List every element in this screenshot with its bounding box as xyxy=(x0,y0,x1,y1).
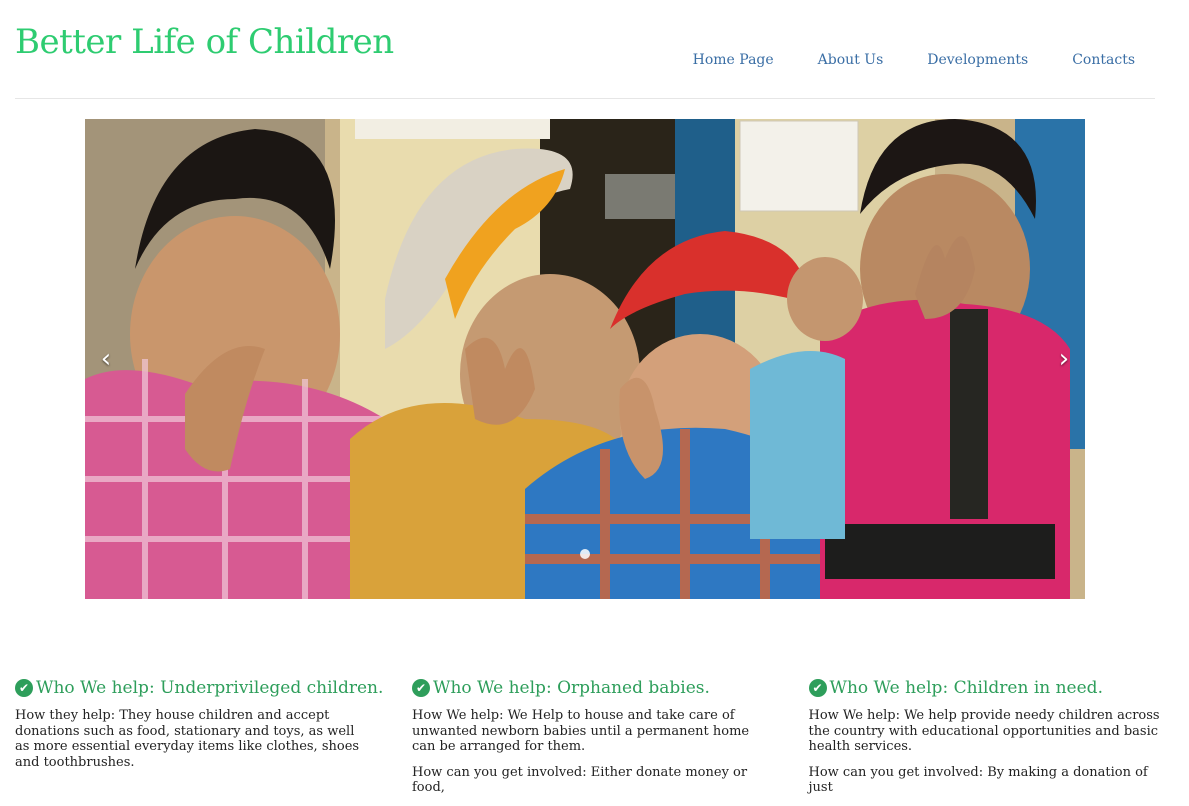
nav-about-us[interactable]: About Us xyxy=(818,52,884,68)
carousel-prev-button[interactable]: ‹ xyxy=(91,341,121,377)
section-title-text: Who We help: Children in need. xyxy=(829,678,1103,698)
section-title: ✔ Who We help: Orphaned babies. xyxy=(412,678,769,698)
section-involvement: How can you get involved: By making a do… xyxy=(808,764,1148,796)
help-section-orphaned: ✔ Who We help: Orphaned babies. How We h… xyxy=(412,678,769,806)
carousel-photo xyxy=(85,119,1085,599)
section-body: How We help: We help provide needy child… xyxy=(808,708,1160,754)
nav-contacts[interactable]: Contacts xyxy=(1072,52,1135,68)
header-divider xyxy=(15,98,1155,99)
carousel-next-button[interactable]: › xyxy=(1049,341,1079,377)
check-circle-icon: ✔ xyxy=(15,679,33,697)
check-circle-icon: ✔ xyxy=(808,679,827,697)
section-title-text: Who We help: Orphaned babies. xyxy=(433,678,710,698)
section-body: How We help: We Help to house and take c… xyxy=(412,708,750,754)
check-circle-icon: ✔ xyxy=(412,679,430,697)
carousel-indicator[interactable] xyxy=(580,549,590,559)
main-nav: Home Page About Us Developments Contacts xyxy=(693,52,1135,68)
section-title-text: Who We help: Underprivileged children. xyxy=(36,678,384,698)
help-section-in-need: ✔ Who We help: Children in need. How We … xyxy=(808,678,1166,806)
section-body: How they help: They house children and a… xyxy=(15,708,360,770)
section-involvement: How can you get involved: Either donate … xyxy=(412,764,748,796)
nav-developments[interactable]: Developments xyxy=(927,52,1028,68)
carousel-indicators xyxy=(85,549,1085,559)
nav-home-page[interactable]: Home Page xyxy=(693,52,774,68)
section-title: ✔ Who We help: Underprivileged children. xyxy=(15,678,383,698)
site-brand[interactable]: Better Life of Children xyxy=(15,22,394,62)
help-section-underprivileged: ✔ Who We help: Underprivileged children.… xyxy=(15,678,383,806)
hero-carousel: ‹ › xyxy=(85,119,1085,599)
help-sections: ✔ Who We help: Underprivileged children.… xyxy=(15,678,1165,806)
section-title: ✔ Who We help: Children in need. xyxy=(808,678,1166,698)
